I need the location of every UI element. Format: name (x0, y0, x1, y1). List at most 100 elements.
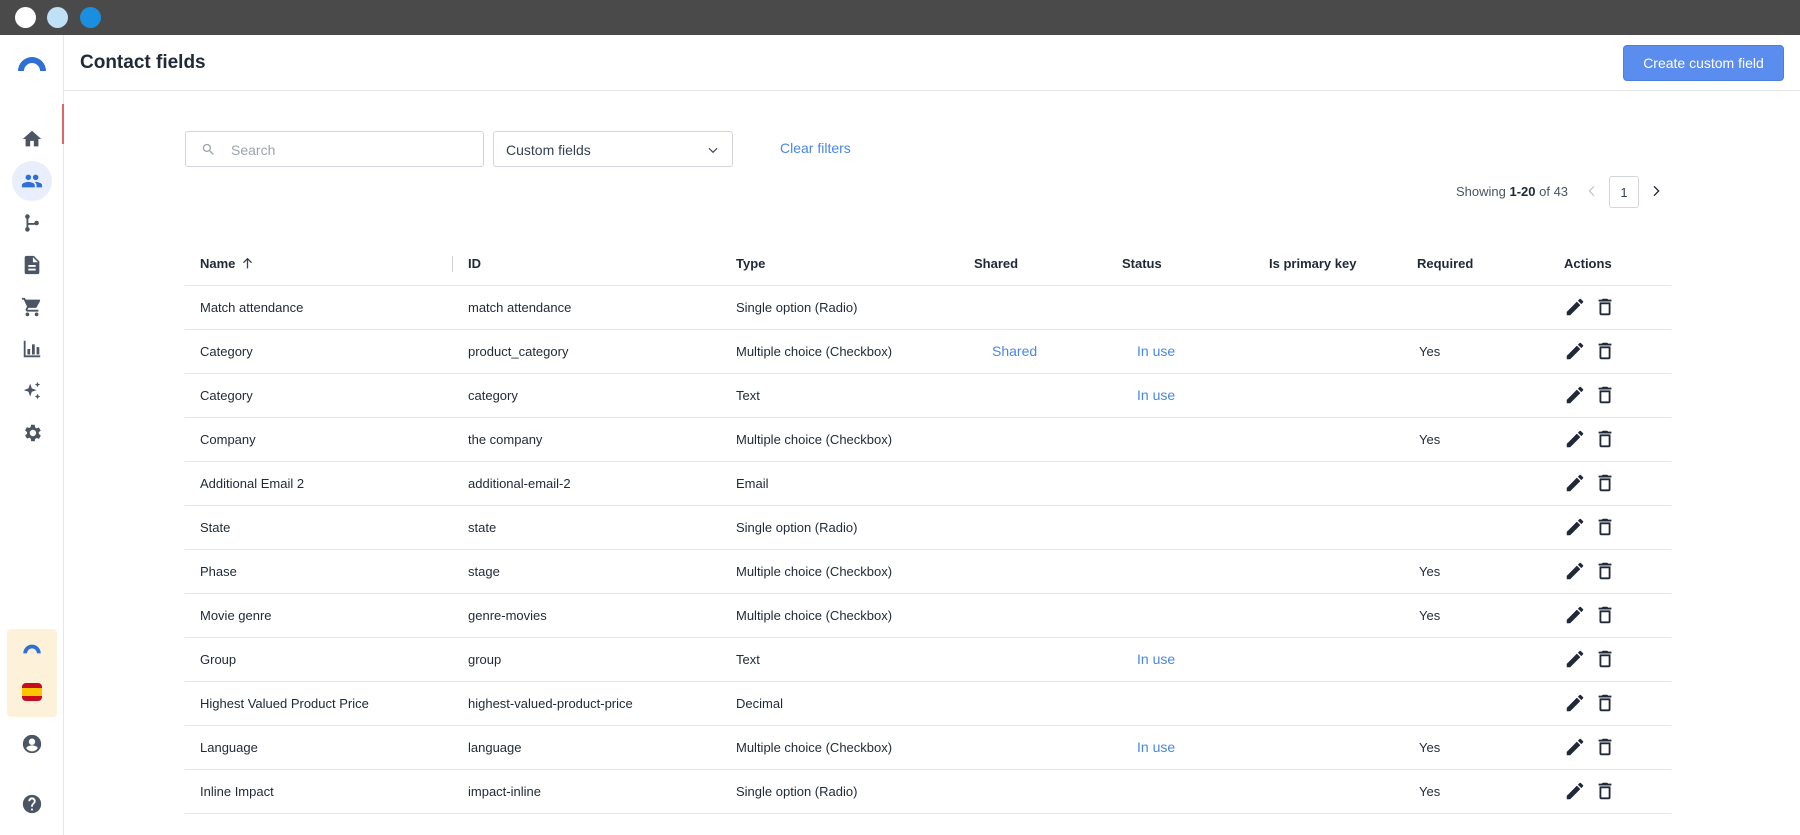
cell-status[interactable]: In use (1107, 373, 1254, 418)
cell-actions (1549, 549, 1671, 594)
delete-icon[interactable] (1594, 692, 1616, 714)
sidebar-item-ai[interactable] (12, 371, 52, 411)
column-header-shared[interactable]: Shared (959, 243, 1107, 286)
edit-icon[interactable] (1564, 428, 1586, 450)
cell-status (1107, 461, 1254, 506)
delete-icon[interactable] (1594, 560, 1616, 582)
sidebar-item-reports[interactable] (12, 329, 52, 369)
edit-icon[interactable] (1564, 692, 1586, 714)
column-header-status[interactable]: Status (1107, 243, 1254, 286)
previous-page-button[interactable] (1584, 183, 1600, 203)
field-type-select-value: Custom fields (506, 142, 591, 158)
column-header-id[interactable]: ID (453, 243, 721, 286)
sidebar-item-documents[interactable] (12, 245, 52, 285)
cell-shared (959, 637, 1107, 682)
window-close-button[interactable] (15, 7, 36, 28)
cell-type: Multiple choice (Checkbox) (721, 417, 959, 462)
column-header-actions: Actions (1549, 243, 1671, 286)
sort-ascending-icon[interactable] (241, 257, 254, 270)
table-row[interactable]: Language language Multiple choice (Checkbo… (185, 725, 1671, 770)
spain-flag-icon (22, 683, 42, 701)
cell-primary-key (1254, 549, 1402, 594)
column-header-label: Name (200, 256, 236, 272)
cell-status[interactable]: In use (1107, 725, 1254, 770)
contact-fields-table: Name ID Type Shared Status Is primary ke… (185, 243, 1671, 814)
sidebar-item-help[interactable] (12, 784, 52, 824)
sidebar-item-home[interactable] (12, 119, 52, 159)
edit-icon[interactable] (1564, 604, 1586, 626)
search-icon (202, 143, 214, 155)
cell-status[interactable]: In use (1107, 637, 1254, 682)
chevron-left-icon (1588, 185, 1595, 197)
cell-actions (1549, 417, 1671, 462)
create-custom-field-button[interactable]: Create custom field (1623, 45, 1784, 81)
current-page[interactable]: 1 (1609, 176, 1639, 208)
cell-shared (959, 373, 1107, 418)
delete-icon[interactable] (1594, 428, 1616, 450)
edit-icon[interactable] (1564, 780, 1586, 802)
contacts-icon (21, 174, 43, 188)
table-row[interactable]: Category product_category Multiple choice … (185, 329, 1671, 374)
table-row[interactable]: Company the company Multiple choice (Check… (185, 417, 1671, 462)
column-header-primary-key[interactable]: Is primary key (1254, 243, 1402, 286)
table-row[interactable]: Phase stage Multiple choice (Checkbox) Yes (185, 549, 1671, 594)
cell-required (1402, 373, 1549, 418)
table-row[interactable]: Group group Text In use (185, 637, 1671, 682)
chevron-right-icon (1653, 185, 1660, 197)
edit-icon[interactable] (1564, 296, 1586, 318)
clear-filters-link[interactable]: Clear filters (780, 140, 851, 156)
table-row[interactable]: Additional Email 2 additional-email-2 Emai… (185, 461, 1671, 506)
edit-icon[interactable] (1564, 648, 1586, 670)
table-row[interactable]: Highest Valued Product Price highest-valu… (185, 681, 1671, 726)
table-row[interactable]: Category category Text In use (185, 373, 1671, 418)
delete-icon[interactable] (1594, 472, 1616, 494)
delete-icon[interactable] (1594, 604, 1616, 626)
cell-actions (1549, 593, 1671, 638)
edit-icon[interactable] (1564, 516, 1586, 538)
table-row[interactable]: State state Single option (Radio) (185, 505, 1671, 550)
pagination-range: 1-20 (1509, 184, 1536, 199)
window-minimize-button[interactable] (47, 7, 68, 28)
edit-icon[interactable] (1564, 340, 1586, 362)
delete-icon[interactable] (1594, 780, 1616, 802)
page-header: Contact fields Create custom field (64, 35, 1800, 91)
sidebar-item-commerce[interactable] (12, 287, 52, 327)
sidebar-item-automations[interactable] (12, 203, 52, 243)
sidebar-item-settings[interactable] (12, 413, 52, 453)
promo-card[interactable] (7, 629, 57, 717)
edit-icon[interactable] (1564, 560, 1586, 582)
cell-status (1107, 285, 1254, 330)
cell-type: Single option (Radio) (721, 505, 959, 550)
table-row[interactable]: Movie genre genre-movies Multiple choice (… (185, 593, 1671, 638)
delete-icon[interactable] (1594, 384, 1616, 406)
brand-logo-icon[interactable] (16, 55, 48, 73)
cell-shared (959, 417, 1107, 462)
cell-id: category (453, 373, 721, 418)
cell-required (1402, 461, 1549, 506)
column-header-name[interactable]: Name (185, 243, 453, 286)
sidebar-item-account[interactable] (12, 724, 52, 764)
cell-shared[interactable]: Shared (959, 329, 1107, 374)
field-type-select[interactable]: Custom fields (493, 131, 733, 167)
delete-icon[interactable] (1594, 736, 1616, 758)
cell-primary-key (1254, 461, 1402, 506)
window-maximize-button[interactable] (80, 7, 101, 28)
table-row[interactable]: Inline Impact impact-inline Single option … (185, 769, 1671, 814)
cell-actions (1549, 373, 1671, 418)
next-page-button[interactable] (1648, 183, 1664, 203)
delete-icon[interactable] (1594, 648, 1616, 670)
table-row[interactable]: Match attendance match attendance Single o… (185, 285, 1671, 330)
column-header-type[interactable]: Type (721, 243, 959, 286)
delete-icon[interactable] (1594, 340, 1616, 362)
edit-icon[interactable] (1564, 736, 1586, 758)
search-input[interactable] (231, 140, 471, 160)
cell-id: language (453, 725, 721, 770)
sidebar-item-contacts[interactable] (12, 161, 52, 201)
delete-icon[interactable] (1594, 296, 1616, 318)
cell-status[interactable]: In use (1107, 329, 1254, 374)
delete-icon[interactable] (1594, 516, 1616, 538)
column-header-required[interactable]: Required (1402, 243, 1549, 286)
edit-icon[interactable] (1564, 384, 1586, 406)
cell-type: Multiple choice (Checkbox) (721, 593, 959, 638)
edit-icon[interactable] (1564, 472, 1586, 494)
